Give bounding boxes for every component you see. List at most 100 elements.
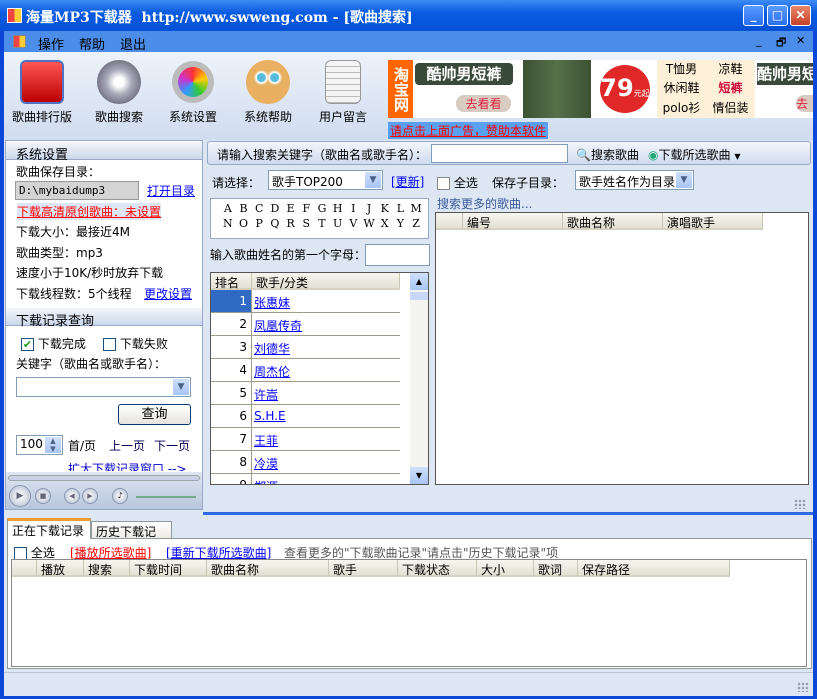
previous-track-button[interactable]: ◀ [64, 488, 80, 504]
letter-Y[interactable]: Y [393, 217, 409, 230]
prev-page-link[interactable]: 上一页 [109, 437, 145, 454]
category-select[interactable]: 歌手TOP200 ▼ [268, 170, 383, 190]
ranking-row[interactable]: 9郑源 [211, 474, 400, 484]
col-download-6[interactable]: 下载状态 [398, 560, 477, 577]
letter-Q[interactable]: Q [267, 217, 283, 230]
help-button[interactable]: 系统帮助 [233, 60, 303, 125]
seek-bar[interactable] [8, 475, 200, 481]
singer-link[interactable]: 冷漠 [254, 455, 278, 472]
col-artist[interactable]: 演唱歌手 [663, 213, 763, 230]
letter-D[interactable]: D [267, 202, 283, 215]
settings-button[interactable]: 系统设置 [158, 60, 228, 125]
hq-download-link[interactable]: 下载高清原创歌曲：未设置 [17, 203, 162, 220]
done-checkbox[interactable]: ✔ 下载完成 [21, 335, 86, 352]
tab-history[interactable]: 历史下载记录 [91, 521, 172, 556]
letter-X[interactable]: X [377, 217, 393, 230]
ranking-row[interactable]: 8 冷漠 [211, 451, 400, 474]
chevron-down-icon[interactable]: ▼ [676, 172, 692, 188]
feedback-button[interactable]: 用户留言 [308, 60, 378, 125]
search-song-button[interactable]: 🔍搜索歌曲 [576, 146, 639, 163]
letter-O[interactable]: O [236, 217, 252, 230]
col-song-name[interactable]: 歌曲名称 [563, 213, 663, 230]
chevron-down-icon[interactable]: ▼ [365, 172, 381, 188]
letter-S[interactable]: S [298, 217, 314, 230]
letter-H[interactable]: H [330, 202, 346, 215]
letter-W[interactable]: W [361, 217, 377, 230]
singer-link[interactable]: 许嵩 [254, 386, 278, 403]
minimize-button[interactable]: _ [743, 5, 764, 26]
search-input[interactable] [431, 144, 568, 163]
size-grip-icon[interactable] [794, 499, 806, 509]
col-download-5[interactable]: 歌手 [329, 560, 398, 577]
failed-checkbox[interactable]: 下载失败 [103, 335, 168, 352]
size-grip-icon[interactable] [797, 682, 809, 692]
ranking-row[interactable]: 4 周杰伦 [211, 359, 400, 382]
download-selected-button[interactable]: ◉下载所选歌曲 ▼ [648, 146, 740, 163]
song-search-button[interactable]: 歌曲搜索 [84, 60, 154, 125]
letter-G[interactable]: G [314, 202, 330, 215]
tab-downloading[interactable]: 正在下载记录 [7, 518, 91, 539]
select-all-checkbox[interactable]: 全选 [437, 174, 478, 191]
sponsor-link[interactable]: 请点击上面广告，赞助本软件 [388, 122, 549, 139]
letter-E[interactable]: E [283, 202, 299, 215]
singer-link[interactable]: 郑源 [254, 478, 278, 484]
scroll-thumb[interactable] [410, 292, 428, 300]
splitter[interactable] [203, 512, 813, 515]
open-dir-link[interactable]: 打开目录 [147, 182, 195, 199]
ranking-row[interactable]: 1 张惠妹 [211, 290, 400, 313]
letter-L[interactable]: L [393, 202, 409, 215]
save-dir-field[interactable]: D:\mybaidump3 [15, 181, 139, 200]
mdi-close-button[interactable]: ✕ [796, 34, 805, 47]
ad-go-button[interactable]: 去看看 [456, 95, 511, 112]
change-settings-link[interactable]: 更改设置 [144, 285, 192, 302]
letter-C[interactable]: C [251, 202, 267, 215]
volume-slider[interactable] [136, 496, 196, 498]
next-track-button[interactable]: ▶ [82, 488, 98, 504]
letter-T[interactable]: T [314, 217, 330, 230]
first-letter-input[interactable] [365, 244, 430, 266]
singer-link[interactable]: 刘德华 [254, 340, 290, 357]
keyword-combo[interactable]: ▼ [16, 377, 191, 397]
scroll-down-icon[interactable]: ▼ [410, 467, 428, 484]
dropdown-arrow-icon[interactable]: ▼ [734, 152, 740, 161]
more-songs-link[interactable]: 搜索更多的歌曲... [437, 195, 532, 212]
scrollbar[interactable]: ▲ ▼ [410, 273, 428, 484]
stop-button[interactable]: ■ [35, 488, 51, 504]
chart-button[interactable]: 歌曲排行版 [7, 60, 77, 125]
ad-banner[interactable]: 淘宝网 酷帅男短裤 去看看 79元起 T恤男 凉鞋 休闲鞋 短裤 polo衫 情侣装 酷帅… [388, 60, 813, 118]
expand-records-link[interactable]: 扩大下载记录窗口 --> [68, 460, 187, 471]
query-button[interactable]: 查询 [118, 404, 191, 425]
col-number[interactable]: 编号 [463, 213, 563, 230]
singer-link[interactable]: 张惠妹 [254, 294, 290, 311]
col-download-4[interactable]: 歌曲名称 [207, 560, 329, 577]
ranking-row[interactable]: 5 许嵩 [211, 382, 400, 405]
col-rank[interactable]: 排名 [211, 273, 252, 290]
play-button[interactable]: ▶ [9, 485, 31, 507]
menu-exit[interactable]: 退出 [120, 34, 146, 53]
volume-icon[interactable]: ♪ [112, 488, 128, 504]
letter-M[interactable]: M [408, 202, 424, 215]
letter-A[interactable]: A [220, 202, 236, 215]
col-singer[interactable]: 歌手/分类 [252, 273, 400, 290]
col-download-7[interactable]: 大小 [477, 560, 534, 577]
letter-I[interactable]: I [346, 202, 362, 215]
menu-operate[interactable]: 操作 [38, 34, 64, 53]
singer-link[interactable]: 周杰伦 [254, 363, 290, 380]
ranking-row[interactable]: 6 S.H.E [211, 405, 400, 428]
ranking-row[interactable]: 2 凤凰传奇 [211, 313, 400, 336]
letter-K[interactable]: K [377, 202, 393, 215]
singer-link[interactable]: 王菲 [254, 432, 278, 449]
letter-R[interactable]: R [283, 217, 299, 230]
scroll-up-icon[interactable]: ▲ [410, 273, 428, 290]
page-size-spinner[interactable]: 100 ▲ ▼ [16, 435, 63, 455]
col-download-9[interactable]: 保存路径 [578, 560, 730, 577]
refresh-link[interactable]: [更新] [391, 173, 424, 190]
col-download-8[interactable]: 歌词 [534, 560, 578, 577]
ad-go-button-2[interactable]: 去 [796, 95, 813, 112]
col-download-2[interactable]: 搜索 [84, 560, 130, 577]
col-download-1[interactable]: 播放 [37, 560, 84, 577]
chevron-down-icon[interactable]: ▼ [173, 379, 189, 395]
letter-Z[interactable]: Z [408, 217, 424, 230]
letter-B[interactable]: B [236, 202, 252, 215]
singer-link[interactable]: S.H.E [254, 409, 286, 423]
